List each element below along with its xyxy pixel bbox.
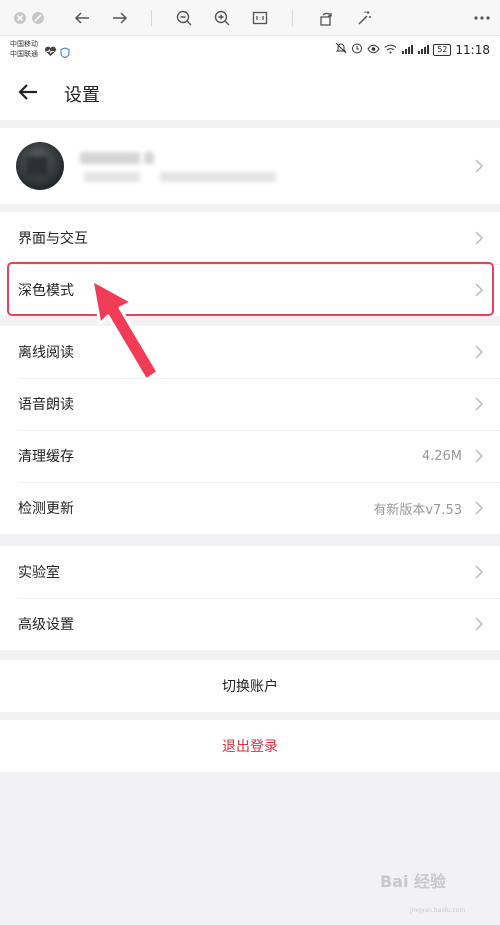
clock: 11:18 — [455, 42, 490, 57]
signal-icon-2 — [417, 43, 430, 57]
cache-size-value: 4.26M — [421, 448, 462, 464]
carrier-1: 中国移动 — [10, 40, 38, 48]
arrow-left-icon — [18, 84, 37, 100]
chevron-right-icon — [475, 565, 484, 579]
carrier-2: 中国联通 — [10, 50, 38, 58]
viewer-toolbar — [0, 0, 500, 36]
chevron-right-icon — [475, 501, 484, 515]
zoom-in-icon[interactable] — [210, 6, 234, 30]
settings-item-clear-cache[interactable]: 清理缓存 4.26M — [0, 430, 500, 482]
chevron-right-icon — [475, 231, 484, 245]
magic-wand-icon[interactable] — [352, 6, 376, 30]
settings-item-voice-reading[interactable]: 语音朗读 — [0, 378, 500, 430]
logout-label: 退出登录 — [222, 739, 278, 755]
profile-card[interactable] — [0, 128, 500, 204]
settings-item-lab[interactable]: 实验室 — [0, 546, 500, 598]
more-icon[interactable] — [470, 6, 494, 30]
heart-rate-icon — [44, 42, 57, 61]
settings-group-advanced: 实验室 高级设置 — [0, 546, 500, 650]
settings-group-reading: 离线阅读 语音朗读 清理缓存 4.26M 检测更新 有新版本v7.53 — [0, 326, 500, 534]
chevron-right-icon — [475, 397, 484, 411]
actual-size-icon[interactable] — [248, 6, 272, 30]
alarm-icon — [351, 42, 363, 57]
rotate-icon[interactable] — [314, 6, 338, 30]
pointer-arrow-icon — [90, 278, 160, 382]
blurred-subtext — [84, 172, 140, 182]
logout-button[interactable]: 退出登录 — [0, 720, 500, 772]
blurred-badge — [144, 152, 154, 164]
settings-item-label: 界面与交互 — [18, 231, 88, 247]
chevron-right-icon — [475, 617, 484, 631]
mute-icon — [335, 42, 347, 57]
settings-item-interface[interactable]: 界面与交互 — [0, 212, 500, 264]
carrier-info: 中国移动 中国联通 — [10, 39, 38, 59]
settings-item-label: 清理缓存 — [18, 449, 74, 465]
switch-account-button[interactable]: 切换账户 — [0, 660, 500, 712]
settings-item-advanced[interactable]: 高级设置 — [0, 598, 500, 650]
page-title: 设置 — [64, 85, 100, 106]
signal-icon-1 — [401, 43, 414, 57]
settings-item-label: 实验室 — [18, 565, 60, 581]
chevron-right-icon — [475, 345, 484, 359]
settings-item-label: 检测更新 — [18, 501, 74, 517]
watermark-url: jingyan.baidu.com — [410, 907, 466, 914]
eye-icon — [367, 43, 380, 57]
back-button[interactable] — [14, 78, 42, 106]
blurred-subtext-2 — [160, 172, 276, 182]
settings-item-label: 语音朗读 — [18, 397, 74, 413]
blurred-username — [80, 152, 140, 164]
settings-item-offline-reading[interactable]: 离线阅读 — [0, 326, 500, 378]
wifi-icon — [384, 43, 397, 57]
settings-item-check-update[interactable]: 检测更新 有新版本v7.53 — [0, 482, 500, 534]
settings-item-label: 高级设置 — [18, 617, 74, 633]
update-version-value: 有新版本v7.53 — [373, 502, 462, 518]
battery-indicator: 52 — [433, 43, 452, 56]
app-header: 设置 — [0, 64, 500, 120]
avatar — [16, 142, 64, 190]
switch-account-label: 切换账户 — [222, 679, 278, 695]
settings-item-label: 离线阅读 — [18, 345, 74, 361]
chevron-right-icon — [475, 159, 484, 173]
arrow-left-icon[interactable] — [70, 6, 94, 30]
arrow-right-icon[interactable] — [108, 6, 132, 30]
block-circle-icon[interactable] — [26, 6, 50, 30]
zoom-out-icon[interactable] — [172, 6, 196, 30]
watermark: Bai 经验 — [380, 872, 447, 891]
shield-icon — [60, 43, 70, 62]
status-bar: 中国移动 中国联通 52 11:18 — [0, 36, 500, 64]
chevron-right-icon — [475, 449, 484, 463]
